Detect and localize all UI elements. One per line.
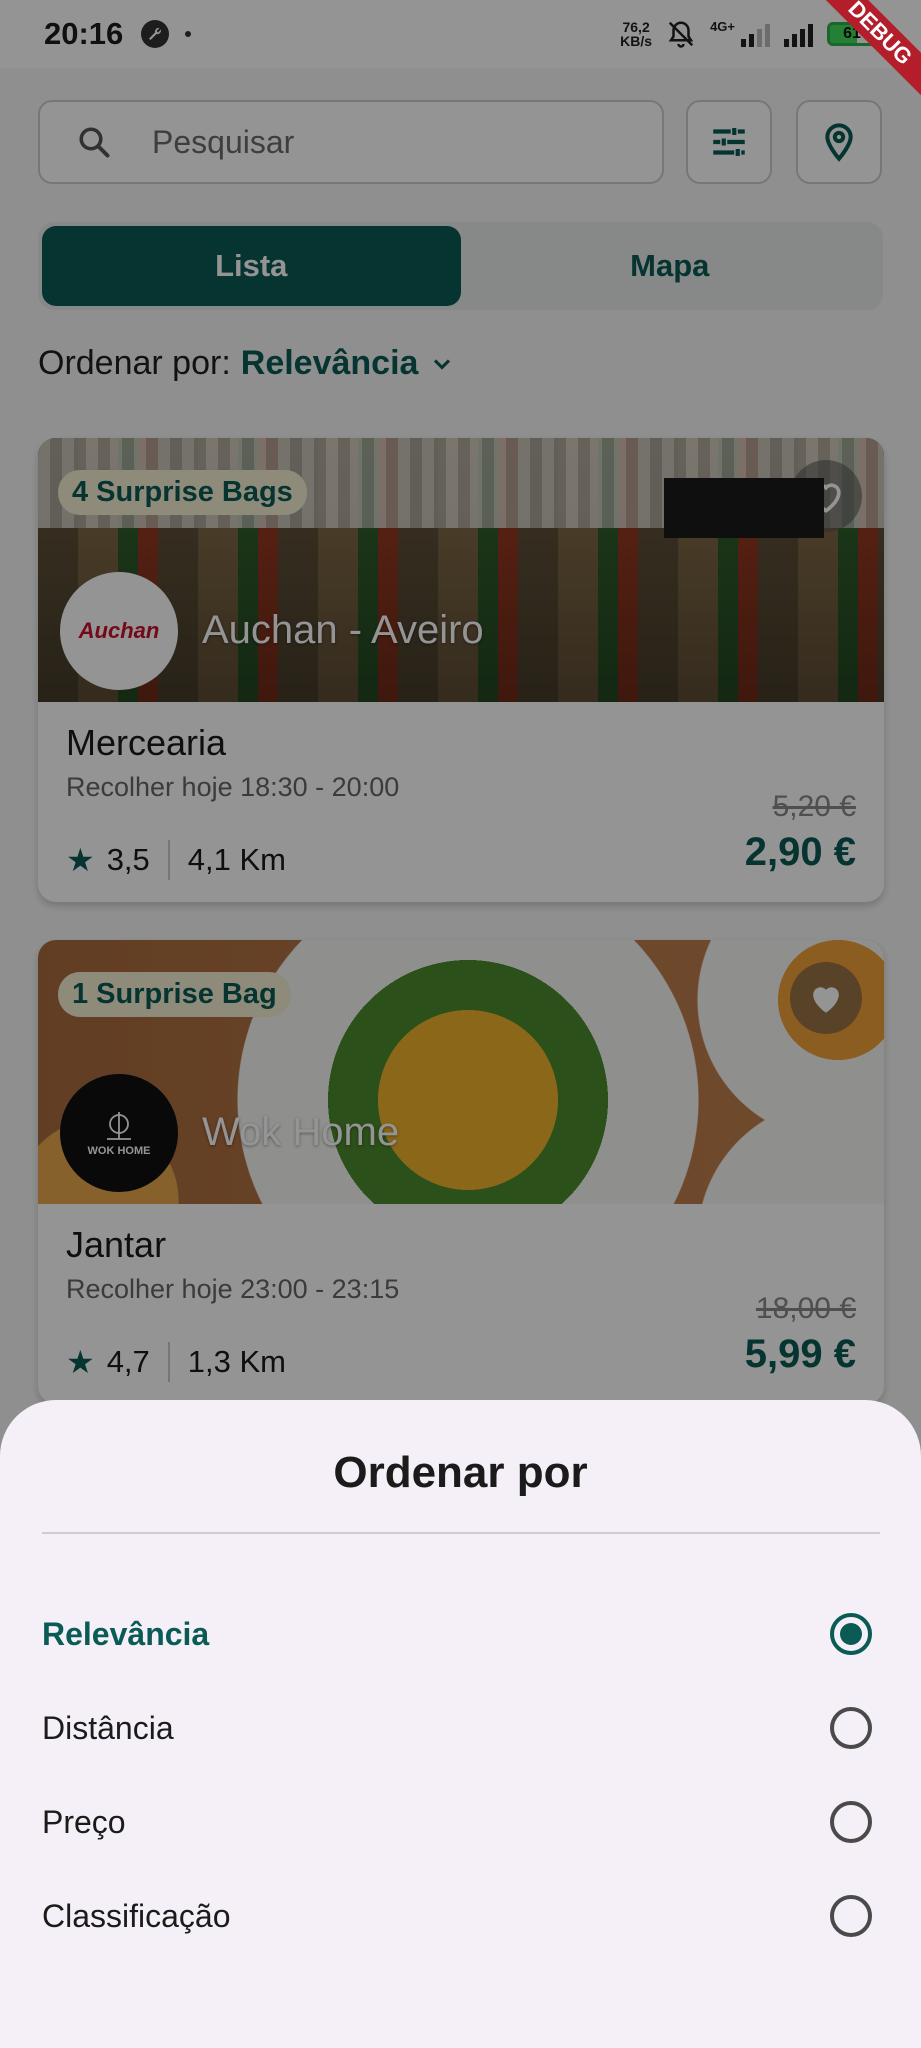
- sheet-divider: [42, 1532, 880, 1534]
- option-label: Preço: [42, 1803, 126, 1840]
- sheet-title: Ordenar por: [333, 1448, 588, 1497]
- sort-option-rating[interactable]: Classificação: [42, 1886, 882, 1946]
- radio-unselected-icon[interactable]: [830, 1895, 872, 1937]
- sort-option-price[interactable]: Preço: [42, 1792, 882, 1852]
- option-label: Distância: [42, 1709, 174, 1746]
- sort-bottom-sheet: Ordenar por Relevância Distância Preço C…: [0, 1400, 921, 2048]
- radio-selected-icon[interactable]: [830, 1613, 872, 1655]
- radio-unselected-icon[interactable]: [830, 1801, 872, 1843]
- sort-option-distance[interactable]: Distância: [42, 1698, 882, 1758]
- sort-option-relevance[interactable]: Relevância: [42, 1604, 882, 1664]
- option-label: Classificação: [42, 1897, 231, 1934]
- radio-unselected-icon[interactable]: [830, 1707, 872, 1749]
- option-label: Relevância: [42, 1615, 210, 1652]
